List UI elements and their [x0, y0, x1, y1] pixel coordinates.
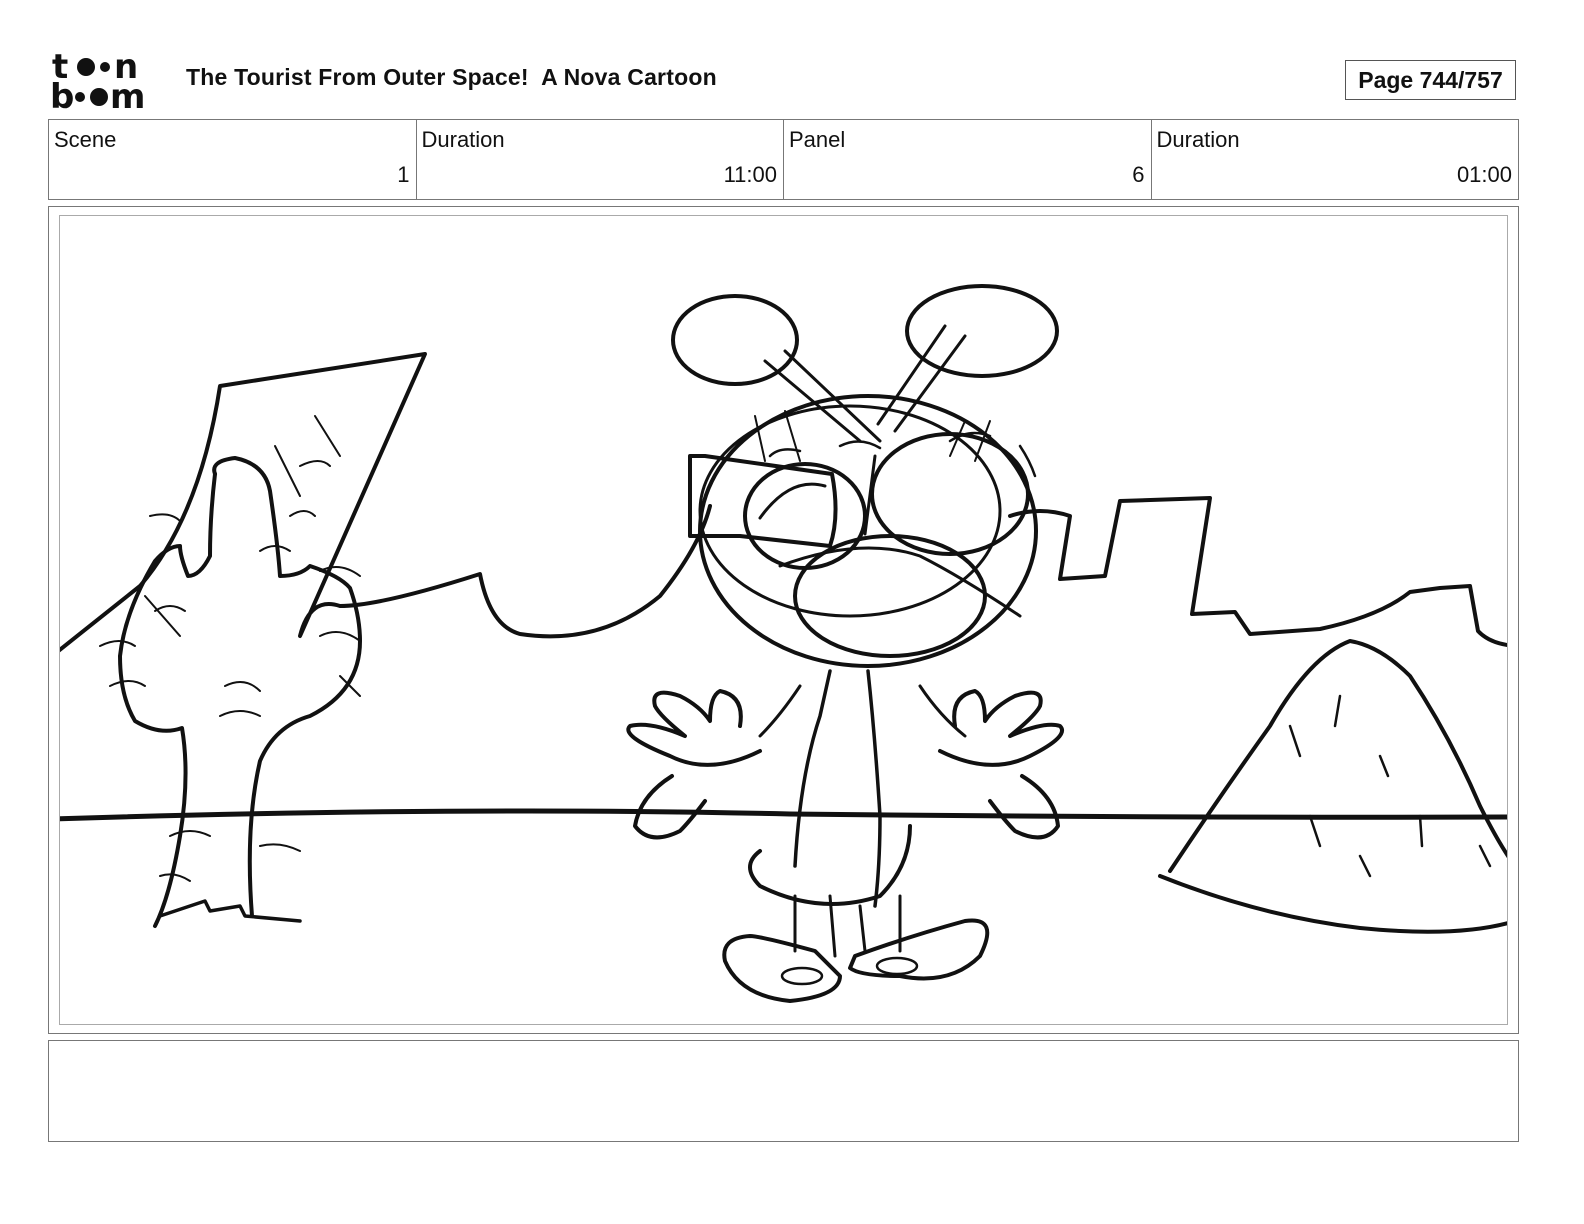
panel-info-table: Scene 1 Duration 11:00 Panel 6 Duration …	[48, 119, 1519, 200]
panel-image-area	[59, 215, 1508, 1025]
page-indicator: Page 744/757	[1345, 60, 1516, 100]
panel-notes-box	[48, 1040, 1519, 1142]
scene-value: 1	[397, 162, 410, 187]
storyboard-panel	[48, 206, 1519, 1034]
panel-value: 6	[1132, 162, 1145, 187]
scene-duration-value: 11:00	[723, 162, 777, 187]
document-title: The Tourist From Outer Space! A Nova Car…	[186, 64, 717, 90]
svg-text:b: b	[50, 77, 74, 112]
panel-label: Panel	[789, 127, 846, 152]
scene-duration-cell: Duration 11:00	[417, 120, 784, 199]
toon-boom-logo: t n b m	[50, 47, 165, 117]
panel-cell: Panel 6	[784, 120, 1152, 199]
scene-label: Scene	[54, 127, 117, 152]
panel-duration-cell: Duration 01:00	[1152, 120, 1519, 199]
alien-cactus-desert-sketch-icon	[60, 284, 1507, 1003]
svg-text:m: m	[110, 77, 145, 112]
panel-duration-value: 01:00	[1456, 162, 1512, 187]
scene-duration-label: Duration	[421, 127, 505, 152]
scene-cell: Scene 1	[49, 120, 417, 199]
panel-duration-label: Duration	[1156, 127, 1240, 152]
